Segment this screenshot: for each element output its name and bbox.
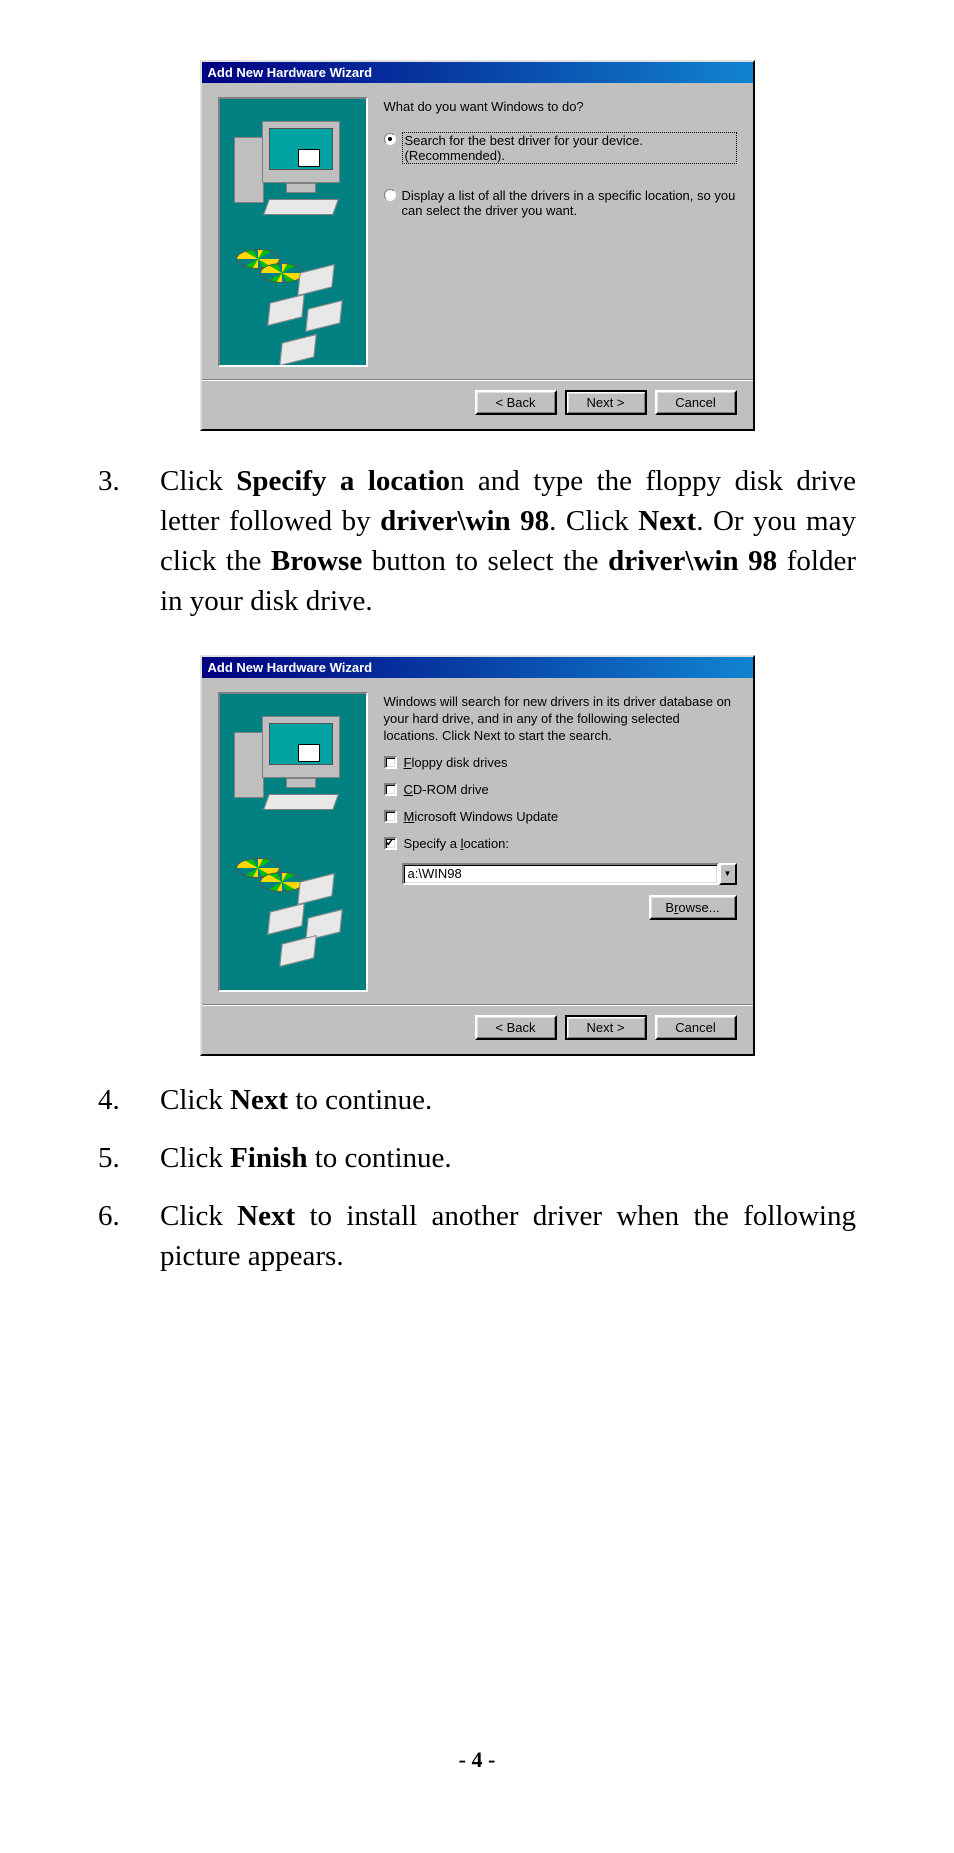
dialog-intro: Windows will search for new drivers in i… bbox=[384, 694, 737, 745]
checkbox-label: Floppy disk drives bbox=[404, 755, 508, 770]
list-item: 6. Click Next to install another driver … bbox=[98, 1196, 856, 1276]
radio-search-best-driver[interactable]: Search for the best driver for your devi… bbox=[384, 132, 737, 164]
step-text: Click Next to continue. bbox=[160, 1080, 856, 1120]
checkbox-label: Specify a location: bbox=[404, 836, 510, 851]
checkbox-specify-location[interactable]: Specify a location: bbox=[384, 836, 737, 851]
list-item: 4. Click Next to continue. bbox=[98, 1080, 856, 1120]
instruction-list: 4. Click Next to continue. 5. Click Fini… bbox=[98, 1080, 856, 1276]
radio-dot-icon bbox=[384, 189, 396, 201]
wizard-dialog-1: Add New Hardware Wizard What do you want… bbox=[200, 60, 755, 431]
browse-button[interactable]: Browse... bbox=[649, 895, 737, 920]
step-text: Click Specify a location and type the fl… bbox=[160, 461, 856, 621]
radio-dot-icon bbox=[384, 133, 396, 145]
radio-label: Search for the best driver for your devi… bbox=[402, 132, 737, 164]
wizard-side-graphic bbox=[218, 97, 368, 367]
back-button[interactable]: < Back bbox=[475, 390, 557, 415]
wizard-dialog-2: Add New Hardware Wizard Windows will sea… bbox=[200, 655, 755, 1056]
list-item: 3. Click Specify a location and type the… bbox=[98, 461, 856, 621]
step-number: 4. bbox=[98, 1080, 138, 1120]
radio-display-list[interactable]: Display a list of all the drivers in a s… bbox=[384, 188, 737, 218]
location-dropdown-button[interactable] bbox=[719, 863, 737, 885]
location-input[interactable] bbox=[402, 863, 719, 885]
step-number: 6. bbox=[98, 1196, 138, 1276]
next-button[interactable]: Next > bbox=[565, 390, 647, 415]
page-number: - 4 - bbox=[0, 1747, 954, 1773]
step-text: Click Next to install another driver whe… bbox=[160, 1196, 856, 1276]
cancel-button[interactable]: Cancel bbox=[655, 390, 737, 415]
checkbox-label: Microsoft Windows Update bbox=[404, 809, 559, 824]
step-text: Click Finish to continue. bbox=[160, 1138, 856, 1178]
checkbox-icon bbox=[384, 783, 397, 796]
step-number: 3. bbox=[98, 461, 138, 621]
checkbox-floppy[interactable]: Floppy disk drives bbox=[384, 755, 737, 770]
checkbox-icon bbox=[384, 837, 397, 850]
radio-label: Display a list of all the drivers in a s… bbox=[402, 188, 737, 218]
dialog-title: Add New Hardware Wizard bbox=[202, 657, 753, 678]
checkbox-icon bbox=[384, 810, 397, 823]
step-number: 5. bbox=[98, 1138, 138, 1178]
list-item: 5. Click Finish to continue. bbox=[98, 1138, 856, 1178]
next-button[interactable]: Next > bbox=[565, 1015, 647, 1040]
checkbox-ms-update[interactable]: Microsoft Windows Update bbox=[384, 809, 737, 824]
cancel-button[interactable]: Cancel bbox=[655, 1015, 737, 1040]
dialog-prompt: What do you want Windows to do? bbox=[384, 99, 737, 116]
back-button[interactable]: < Back bbox=[475, 1015, 557, 1040]
dialog-title: Add New Hardware Wizard bbox=[202, 62, 753, 83]
instruction-list: 3. Click Specify a location and type the… bbox=[98, 461, 856, 621]
checkbox-icon bbox=[384, 756, 397, 769]
wizard-side-graphic bbox=[218, 692, 368, 992]
checkbox-label: CD-ROM drive bbox=[404, 782, 489, 797]
checkbox-cdrom[interactable]: CD-ROM drive bbox=[384, 782, 737, 797]
